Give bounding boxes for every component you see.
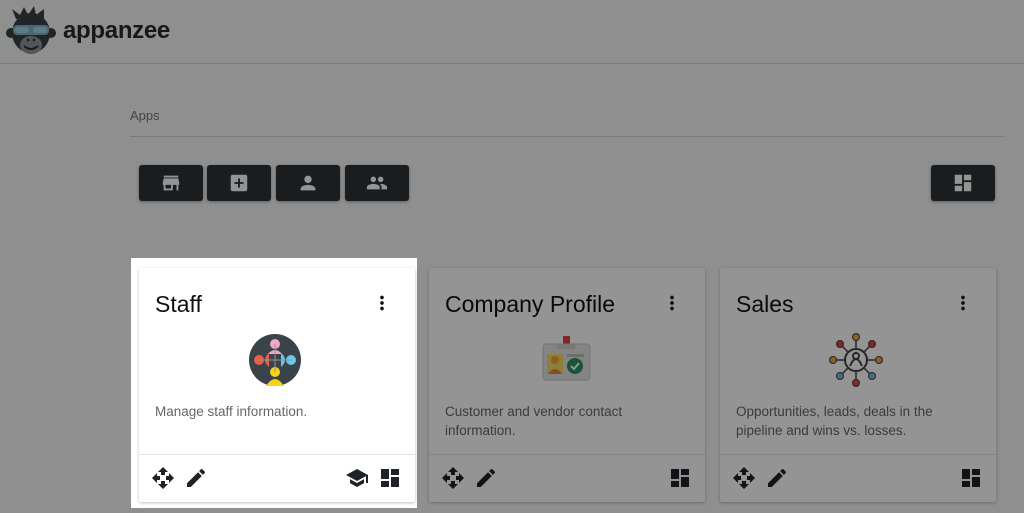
- add-app-button[interactable]: [207, 165, 271, 201]
- more-vert-icon[interactable]: [952, 292, 974, 314]
- more-vert-icon[interactable]: [371, 292, 393, 314]
- card-divider: [139, 454, 415, 455]
- person-button[interactable]: [276, 165, 340, 201]
- card-title[interactable]: Company Profile: [445, 291, 615, 318]
- more-vert-icon[interactable]: [661, 292, 683, 314]
- staff-network-icon: [247, 332, 303, 388]
- card-title[interactable]: Staff: [155, 291, 202, 318]
- card-title[interactable]: Sales: [736, 291, 794, 318]
- people-button[interactable]: [345, 165, 409, 201]
- move-icon[interactable]: [732, 466, 756, 490]
- person-icon: [300, 175, 316, 191]
- app-card-sales[interactable]: Sales Opportunities, leads, deals in the…: [720, 268, 996, 502]
- layout-button[interactable]: [931, 165, 995, 201]
- store-button[interactable]: [139, 165, 203, 201]
- store-icon: [162, 175, 180, 191]
- move-icon[interactable]: [441, 466, 465, 490]
- section-label: Apps: [130, 108, 160, 123]
- dashboard-icon: [954, 174, 972, 192]
- people-icon: [366, 176, 388, 190]
- dashboard-icon[interactable]: [668, 466, 692, 490]
- edit-icon[interactable]: [474, 466, 498, 490]
- app-header: appanzee: [0, 0, 1024, 64]
- card-description: Customer and vendor contact information.: [445, 404, 623, 438]
- sales-network-icon: [828, 332, 884, 388]
- card-description: Manage staff information.: [155, 404, 308, 419]
- app-card-company-profile[interactable]: Company Profile Customer and vendor cont…: [429, 268, 705, 502]
- section-divider: [130, 136, 1004, 137]
- school-icon[interactable]: [345, 466, 369, 490]
- dashboard-icon[interactable]: [378, 466, 402, 490]
- add-box-icon: [230, 174, 248, 192]
- card-divider: [429, 454, 705, 455]
- brand-name[interactable]: appanzee: [63, 17, 170, 45]
- monkey-logo-icon[interactable]: [6, 5, 56, 59]
- id-badge-icon: [537, 332, 593, 388]
- dashboard-icon[interactable]: [959, 466, 983, 490]
- card-divider: [720, 454, 996, 455]
- edit-icon[interactable]: [184, 466, 208, 490]
- card-description: Opportunities, leads, deals in the pipel…: [736, 404, 933, 438]
- move-icon[interactable]: [151, 466, 175, 490]
- edit-icon[interactable]: [765, 466, 789, 490]
- app-card-staff[interactable]: Staff Manage staff information.: [139, 268, 415, 502]
